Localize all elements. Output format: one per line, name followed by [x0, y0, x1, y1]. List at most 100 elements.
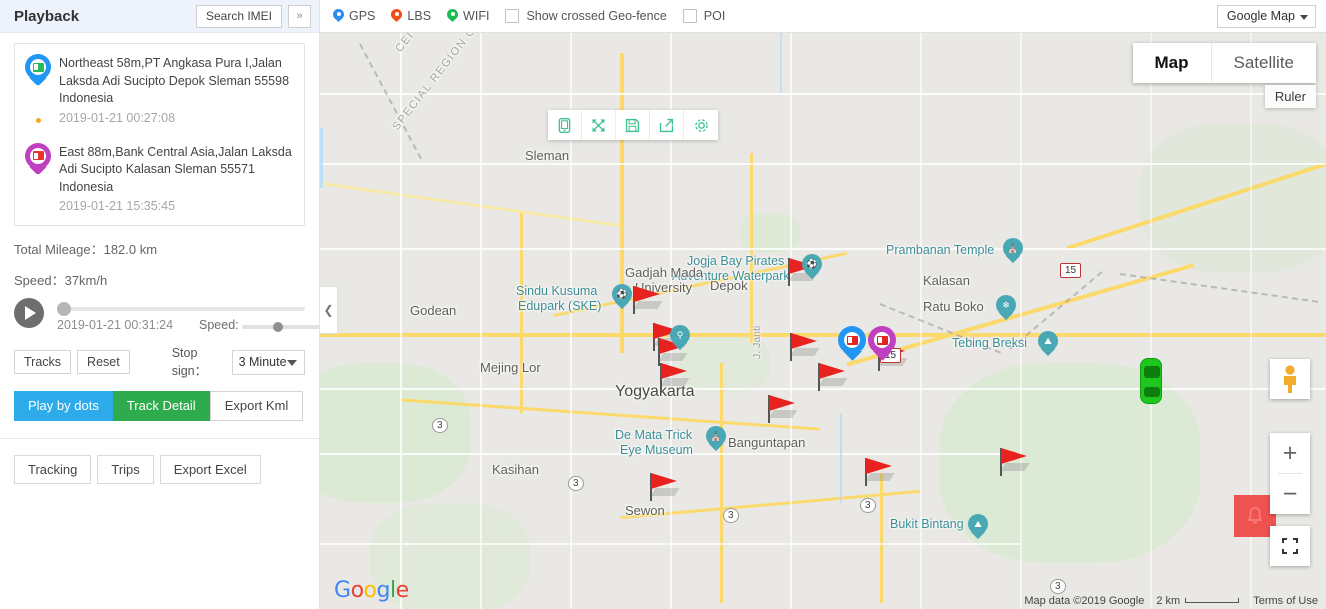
tracks-row: Tracks Reset Stop sign： 3 Minute	[14, 350, 305, 374]
road-shield: 3	[860, 498, 876, 513]
poi-pin-ratu-boko[interactable]: ❄	[996, 295, 1016, 321]
attribution-text: Map data ©2019 Google	[1024, 595, 1144, 607]
route-address: East 88m,Bank Central Asia,Jalan Laksda …	[59, 144, 294, 197]
stop-flag-marker[interactable]	[818, 363, 848, 391]
list-item[interactable]: East 88m,Bank Central Asia,Jalan Laksda …	[25, 141, 294, 216]
lbs-pin-icon	[391, 9, 402, 24]
play-icon[interactable]	[14, 298, 44, 328]
legend-label: WIFI	[463, 9, 489, 23]
scale-bar	[1185, 598, 1239, 603]
page-title: Playback	[14, 8, 196, 25]
legend-label: GPS	[349, 9, 375, 23]
map-tiles	[320, 33, 1326, 609]
stop-flag-marker[interactable]	[650, 473, 680, 501]
zoom-in-button[interactable]: +	[1270, 433, 1310, 473]
stop-sign-select[interactable]: 3 Minute	[232, 350, 305, 375]
poi-pin-bukit-bintang[interactable]: ⛰	[968, 514, 988, 540]
export-kml-button[interactable]: Export Kml	[210, 391, 304, 421]
legend-label: LBS	[407, 9, 431, 23]
scale-label: 2 km	[1156, 595, 1180, 607]
poi-pin-local[interactable]: ⚲	[670, 325, 690, 351]
speed-slider[interactable]	[242, 325, 320, 329]
action-buttons-row: Play by dots Track Detail Export Kml	[14, 391, 305, 421]
stop-sign-value: 3 Minute	[239, 355, 287, 369]
show-geofence-checkbox[interactable]: Show crossed Geo-fence	[505, 9, 666, 23]
end-pin-icon	[25, 143, 51, 175]
speed-slider-thumb[interactable]	[273, 322, 283, 332]
stop-flag-marker[interactable]	[660, 363, 690, 391]
settings-gear-icon[interactable]	[684, 110, 718, 140]
road-shield: 3	[568, 476, 584, 491]
ruler-button[interactable]: Ruler	[1265, 85, 1316, 108]
device-icon[interactable]	[548, 110, 582, 140]
vehicle-marker[interactable]	[1140, 358, 1162, 404]
search-imei-button[interactable]: Search IMEI	[196, 5, 282, 28]
save-icon[interactable]	[616, 110, 650, 140]
legend-wifi[interactable]: WIFI	[447, 9, 489, 24]
divider	[0, 438, 319, 439]
map-provider-value: Google Map	[1227, 9, 1295, 23]
poi-checkbox[interactable]: POI	[683, 9, 726, 23]
poi-pin-tebing-breksi[interactable]: ⛰	[1038, 331, 1058, 357]
map-toolbar-top: GPS LBS WIFI Show crossed Geo-fence POI …	[320, 0, 1326, 33]
playback-panel: Playback Search IMEI » Northeast 58m,PT …	[0, 0, 320, 609]
checkbox-label: POI	[704, 9, 726, 23]
stop-sign-label: Stop sign：	[172, 346, 224, 379]
route-timestamp: 2019-01-21 00:27:08	[59, 109, 294, 127]
current-time-label: 2019-01-21 00:31:24	[57, 318, 173, 332]
legend-gps[interactable]: GPS	[333, 9, 375, 24]
bottom-buttons-row: Tracking Trips Export Excel	[14, 455, 305, 484]
terms-of-use-link[interactable]: Terms of Use	[1253, 595, 1318, 607]
checkbox-box[interactable]	[683, 9, 697, 23]
stop-flag-marker[interactable]	[633, 286, 663, 314]
zoom-out-button[interactable]: −	[1270, 474, 1310, 514]
chevron-double-down-icon[interactable]: »	[288, 5, 311, 28]
tracking-button[interactable]: Tracking	[14, 455, 91, 484]
playback-progress-slider[interactable]	[57, 307, 305, 311]
tab-satellite[interactable]: Satellite	[1212, 43, 1316, 83]
road-shield: 3	[432, 418, 448, 433]
checkbox-box[interactable]	[505, 9, 519, 23]
road-shield: 15	[1060, 263, 1081, 278]
chevron-down-icon	[1300, 15, 1308, 20]
chevron-down-icon	[287, 360, 297, 366]
map-area[interactable]: SlemanGodeanMejing LorYogyakartaKasihanS…	[320, 33, 1326, 609]
stop-flag-marker[interactable]	[865, 458, 895, 486]
list-item[interactable]: Northeast 58m,PT Angkasa Pura I,Jalan La…	[25, 52, 294, 127]
fullscreen-icon[interactable]	[1270, 526, 1310, 566]
poi-pin-sindu-kusuma[interactable]: ⚽	[612, 284, 632, 310]
route-address: Northeast 58m,PT Angkasa Pura I,Jalan La…	[59, 55, 294, 108]
legend-lbs[interactable]: LBS	[391, 9, 431, 24]
gps-point-marker[interactable]	[838, 326, 866, 362]
tab-map[interactable]: Map	[1133, 43, 1212, 83]
street-view-pegman-icon[interactable]	[1270, 359, 1310, 399]
stop-flag-marker[interactable]	[768, 395, 798, 423]
map-provider-select[interactable]: Google Map	[1217, 5, 1316, 28]
track-detail-button[interactable]: Track Detail	[113, 391, 210, 421]
stop-flag-marker[interactable]	[790, 333, 820, 361]
road-shield: 3	[723, 508, 739, 523]
export-excel-button[interactable]: Export Excel	[160, 455, 261, 484]
tracks-button[interactable]: Tracks	[14, 350, 71, 374]
poi-pin-de-mata[interactable]: ⛪	[706, 426, 726, 452]
playback-progress-thumb[interactable]	[57, 302, 71, 316]
poi-pin-prambanan[interactable]: ⛪	[1003, 238, 1023, 264]
stop-flag-marker[interactable]	[1000, 448, 1030, 476]
fullscreen-expand-icon[interactable]	[582, 110, 616, 140]
play-by-dots-button[interactable]: Play by dots	[14, 391, 113, 421]
trips-button[interactable]: Trips	[97, 455, 153, 484]
panel-header: Playback Search IMEI »	[0, 0, 319, 33]
chevron-left-icon[interactable]: ❮	[320, 286, 338, 334]
reset-button[interactable]: Reset	[77, 350, 130, 374]
end-point-marker[interactable]	[868, 326, 896, 362]
zoom-controls: + −	[1270, 433, 1310, 514]
map-satellite-toggle: Map Satellite	[1133, 43, 1316, 83]
poi-pin-jogja-bay[interactable]: ⚽	[802, 254, 822, 280]
route-points-list: Northeast 58m,PT Angkasa Pura I,Jalan La…	[14, 43, 305, 226]
playback-tracking-page: Playback Search IMEI » Northeast 58m,PT …	[0, 0, 1326, 609]
route-timestamp: 2019-01-21 15:35:45	[59, 197, 294, 215]
playback-controls: 2019-01-21 00:31:24 Speed:	[14, 298, 305, 340]
share-icon[interactable]	[650, 110, 684, 140]
total-mileage-label: Total Mileage：182.0 km	[14, 241, 305, 258]
map-tools-toolbar	[548, 110, 718, 140]
